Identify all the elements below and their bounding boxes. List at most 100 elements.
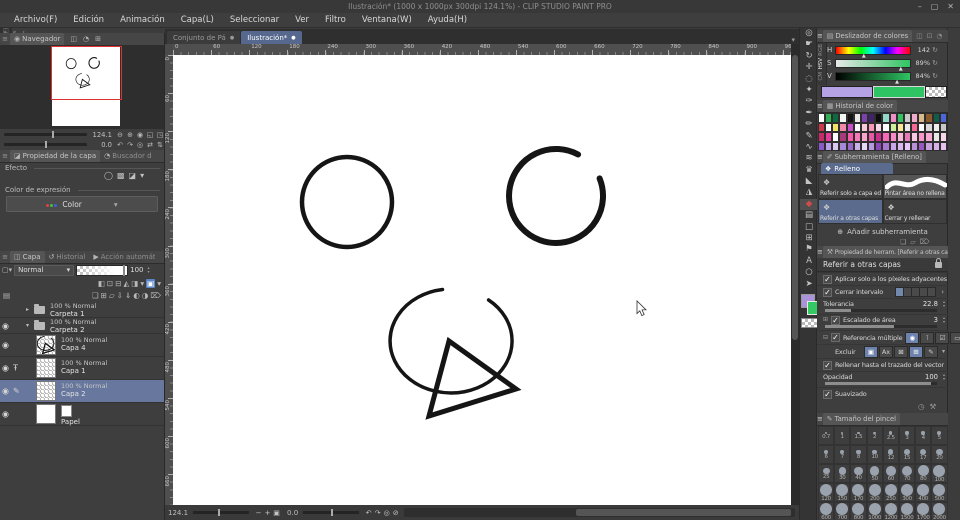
layer-thumbnail[interactable]: [36, 358, 56, 378]
color-history-swatch[interactable]: [839, 132, 847, 142]
color-history-swatch[interactable]: [896, 132, 904, 142]
color-history-swatch[interactable]: [918, 122, 926, 132]
vertical-scrollbar-thumb[interactable]: [792, 55, 798, 340]
frame-border-tool[interactable]: ⊞: [800, 233, 818, 244]
status-zoom-slider[interactable]: [193, 509, 250, 516]
hand-tool[interactable]: ☛: [800, 39, 818, 50]
brush-size-1.5[interactable]: 1.5: [850, 426, 867, 445]
color-history-swatch[interactable]: [932, 113, 940, 123]
lasso-select-tool[interactable]: ◌: [800, 74, 818, 85]
color-history-swatch[interactable]: [882, 122, 890, 132]
tab-navegador[interactable]: ◉ Navegador: [10, 33, 65, 45]
layer-row-capa-1[interactable]: ◉ Ŧ 100 % Normal Capa 1: [0, 357, 164, 380]
brush-size-3[interactable]: 3: [898, 426, 916, 445]
color-history-swatch[interactable]: [832, 141, 840, 151]
color-history-swatch[interactable]: [832, 132, 840, 142]
color-history-swatch[interactable]: [925, 113, 933, 123]
checkbox[interactable]: ✓: [831, 333, 841, 342]
color-history-swatch[interactable]: [825, 141, 833, 151]
color-history-swatch[interactable]: [839, 141, 847, 151]
folder-closed-arrow-icon[interactable]: ▸: [26, 306, 29, 313]
layer-row-papel[interactable]: ◉ Papel: [0, 403, 164, 426]
brush-size-8[interactable]: 8: [850, 445, 867, 464]
brush-size-200[interactable]: 200: [866, 483, 883, 502]
zoom-100-icon[interactable]: ◉: [136, 131, 144, 139]
menu-animación[interactable]: Animación: [112, 13, 173, 28]
visibility-eye-icon[interactable]: ◉: [2, 410, 9, 419]
zoom-tool[interactable]: ◎: [800, 28, 818, 39]
color-history-swatch[interactable]: [939, 113, 947, 123]
color-history-swatch[interactable]: [868, 141, 876, 151]
tab-capa[interactable]: ◫ Capa: [10, 251, 45, 263]
canvas-horizontal-scrollbar[interactable]: [404, 508, 795, 517]
layer-row-carpeta-1[interactable]: ▸ 100 % Normal Carpeta 1: [0, 302, 164, 318]
menu-ver[interactable]: Ver: [287, 13, 317, 28]
color-history-swatch[interactable]: [875, 113, 883, 123]
effect-dropdown-icon[interactable]: ▾: [140, 171, 144, 180]
color-history-swatch[interactable]: [932, 122, 940, 132]
visibility-eye-icon[interactable]: ◉: [2, 321, 9, 330]
brush-size-5[interactable]: 5: [931, 426, 948, 445]
brush-size-100[interactable]: 100: [931, 464, 948, 483]
brush-size-20[interactable]: 20: [931, 445, 948, 464]
menu-edición[interactable]: Edición: [65, 13, 112, 28]
visibility-eye-icon[interactable]: ◉: [2, 341, 9, 350]
panel-menu-icon[interactable]: ≡: [817, 248, 823, 256]
subview-tab-icon[interactable]: ◫: [70, 35, 77, 43]
layer-color-icon[interactable]: ◪: [129, 171, 137, 180]
hue-slider[interactable]: ▲: [835, 45, 911, 59]
visibility-eye-icon[interactable]: ◉: [2, 387, 9, 396]
panel-menu-icon[interactable]: ≡: [817, 32, 823, 40]
brush-size-500[interactable]: 500: [931, 483, 948, 502]
expand-arrow-icon[interactable]: ›: [941, 288, 944, 296]
menu-capa[interactable]: Capa(L): [173, 13, 222, 28]
checkbox[interactable]: ✓: [823, 389, 832, 399]
brush-size-2000[interactable]: 2000: [931, 502, 948, 520]
flip-horizontal-icon[interactable]: ⇄: [146, 141, 154, 149]
panel-menu-icon[interactable]: ≡: [817, 415, 823, 423]
brush-size-25[interactable]: 25: [818, 464, 835, 483]
tp-tolerancia-slider[interactable]: [825, 309, 937, 312]
status-rotation-slider[interactable]: [303, 509, 360, 516]
color-history-swatch[interactable]: [818, 141, 826, 151]
saturation-stepper[interactable]: ↻: [930, 59, 940, 67]
fill-tool[interactable]: ◆: [800, 198, 818, 211]
color-history-swatch[interactable]: [860, 132, 869, 142]
value-slider[interactable]: ▲: [835, 71, 911, 85]
color-history-swatch[interactable]: [939, 132, 947, 142]
subtool-group-relleno[interactable]: ❖ Relleno: [821, 163, 893, 174]
new-raster-layer-icon[interactable]: ❏: [92, 291, 99, 300]
color-set-tab-icon[interactable]: ⊡: [927, 32, 933, 40]
brush-size-400[interactable]: 400: [915, 483, 932, 502]
brush-size-10[interactable]: 10: [866, 445, 883, 464]
layer-row-capa-2[interactable]: ◉ ✎ 100 % Normal Capa 2: [0, 380, 164, 403]
brush-size-300[interactable]: 300: [898, 483, 916, 502]
border-effect-icon[interactable]: ◯: [104, 171, 113, 180]
doc-tab-overflow-icon[interactable]: ▾: [791, 36, 799, 44]
color-history-swatch[interactable]: [825, 113, 833, 123]
rotate-left-icon[interactable]: ↶: [116, 141, 124, 149]
color-history-swatch[interactable]: [925, 132, 933, 142]
checkbox[interactable]: ✓: [823, 274, 832, 284]
menu-ayuda[interactable]: Ayuda(H): [420, 13, 475, 28]
duplicate-subtool-icon[interactable]: ❏: [900, 238, 906, 246]
color-history-swatch[interactable]: [896, 141, 904, 151]
brush-size-600[interactable]: 600: [818, 502, 835, 520]
color-history-swatch[interactable]: [882, 141, 890, 151]
color-history-swatch[interactable]: [911, 141, 919, 151]
color-history-swatch[interactable]: [839, 113, 847, 123]
eyedropper-tool[interactable]: ✑: [800, 96, 818, 107]
color-history-swatch[interactable]: [882, 132, 890, 142]
layer-row-carpeta-2[interactable]: ◉ ▾ 100 % Normal Carpeta 2: [0, 318, 164, 334]
color-history-swatch[interactable]: [832, 122, 840, 132]
color-history-swatch[interactable]: [889, 113, 897, 123]
layer-thumbnail[interactable]: [36, 404, 56, 424]
transparent-color-swatch[interactable]: [801, 318, 818, 328]
zoom-in-icon[interactable]: +: [263, 509, 272, 517]
brush-size-1500[interactable]: 1500: [898, 502, 916, 520]
menu-filtro[interactable]: Filtro: [317, 13, 354, 28]
auto-select-tool[interactable]: ✦: [800, 85, 818, 96]
subtool-folder-icon[interactable]: ▱: [910, 238, 915, 246]
exclude-selection-icon[interactable]: ⊠: [893, 345, 908, 358]
tab-accion-automatica[interactable]: ▶ Acción automática: [89, 251, 155, 263]
